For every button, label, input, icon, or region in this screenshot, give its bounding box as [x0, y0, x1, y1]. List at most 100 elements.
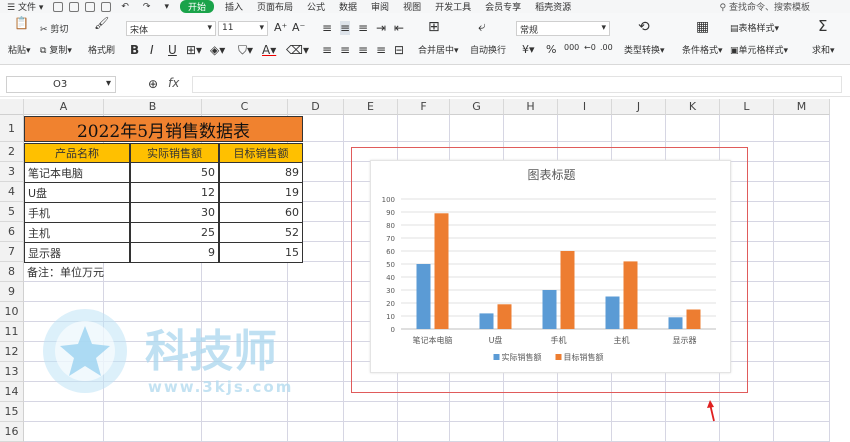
- grid-cell[interactable]: [774, 322, 830, 342]
- table-cell-name[interactable]: 手机: [24, 202, 130, 223]
- currency-icon[interactable]: ¥▾: [522, 43, 535, 56]
- wrap-icon[interactable]: ⤶: [478, 19, 486, 35]
- menu-file[interactable]: ☰ 文件 ▾: [0, 0, 50, 13]
- table-cell-name[interactable]: 显示器: [24, 242, 130, 263]
- row-header-16[interactable]: 16: [0, 422, 24, 442]
- chart[interactable]: 图表标题 0 10 20 30 40 50 60 70 80 90 100 笔记本电脑 U盘 手机 主机 显示器…: [370, 160, 731, 373]
- redo-icon[interactable]: ↷: [136, 2, 158, 12]
- column-header-J[interactable]: J: [612, 99, 666, 115]
- font-color-icon[interactable]: A▾: [262, 43, 276, 57]
- format-painter-button[interactable]: 格式刷: [88, 43, 115, 56]
- decrease-font-icon[interactable]: A⁻: [292, 21, 305, 34]
- table-header-cell[interactable]: 目标销售额: [219, 143, 303, 163]
- grid-cell[interactable]: [612, 422, 666, 442]
- column-header-C[interactable]: C: [202, 99, 288, 115]
- increase-decimal-icon[interactable]: ←0: [584, 43, 596, 52]
- italic-icon[interactable]: I: [150, 43, 154, 57]
- grid-cell[interactable]: [344, 422, 398, 442]
- tab-review[interactable]: 审阅: [364, 0, 396, 13]
- name-box[interactable]: O3 ▾: [6, 76, 116, 93]
- tab-resources[interactable]: 稻壳资源: [528, 0, 578, 13]
- grid-cell[interactable]: [24, 282, 104, 302]
- align-center-icon[interactable]: ≡: [340, 43, 350, 57]
- grid-cell[interactable]: [612, 115, 666, 142]
- paste-icon[interactable]: 📋: [14, 17, 29, 30]
- percent-icon[interactable]: %: [546, 43, 556, 56]
- print-icon[interactable]: [85, 1, 96, 12]
- grid-cell[interactable]: [666, 115, 720, 142]
- grid-cell[interactable]: [104, 422, 202, 442]
- align-middle-icon[interactable]: ≡: [340, 21, 351, 35]
- table-cell-actual[interactable]: 50: [130, 162, 219, 183]
- grid-cell[interactable]: [774, 302, 830, 322]
- grid-cell[interactable]: [398, 402, 450, 422]
- row-header-15[interactable]: 15: [0, 402, 24, 422]
- table-cell-target[interactable]: 89: [219, 162, 303, 183]
- grid-cell[interactable]: [450, 422, 504, 442]
- tab-page-layout[interactable]: 页面布局: [250, 0, 300, 13]
- grid-cell[interactable]: [344, 402, 398, 422]
- border-icon[interactable]: ⊞▾: [186, 43, 202, 57]
- grid-cell[interactable]: [558, 402, 612, 422]
- grid-cell[interactable]: [288, 282, 344, 302]
- align-left-icon[interactable]: ≡: [322, 43, 332, 57]
- grid-cell[interactable]: [720, 402, 774, 422]
- increase-font-icon[interactable]: A⁺: [274, 21, 287, 34]
- number-format-select[interactable]: 常规 ▾: [516, 21, 610, 36]
- row-header-11[interactable]: 11: [0, 322, 24, 342]
- row-header-7[interactable]: 7: [0, 242, 24, 262]
- select-all-corner[interactable]: [0, 99, 24, 115]
- column-header-A[interactable]: A: [24, 99, 104, 115]
- grid-cell[interactable]: [504, 402, 558, 422]
- grid-cell[interactable]: [504, 422, 558, 442]
- grid-cell[interactable]: [774, 282, 830, 302]
- export-icon[interactable]: [69, 1, 80, 12]
- tab-data[interactable]: 数据: [332, 0, 364, 13]
- grid-cell[interactable]: [504, 115, 558, 142]
- grid-cell[interactable]: [774, 142, 830, 162]
- format-painter-icon[interactable]: 🖌: [94, 17, 109, 30]
- table-cell-target[interactable]: 52: [219, 222, 303, 243]
- table-header-cell[interactable]: 实际销售额: [130, 143, 219, 163]
- bold-icon[interactable]: B: [130, 43, 139, 57]
- table-cell-name[interactable]: 主机: [24, 222, 130, 243]
- command-search[interactable]: ⚲ 查找命令、搜索模板: [720, 0, 850, 13]
- column-header-K[interactable]: K: [666, 99, 720, 115]
- grid-cell[interactable]: [202, 422, 288, 442]
- row-header-10[interactable]: 10: [0, 302, 24, 322]
- table-cell-actual[interactable]: 25: [130, 222, 219, 243]
- column-header-D[interactable]: D: [288, 99, 344, 115]
- grid-cell[interactable]: [288, 262, 344, 282]
- type-convert-button[interactable]: 类型转换▾: [624, 43, 665, 56]
- column-header-G[interactable]: G: [450, 99, 504, 115]
- table-style-button[interactable]: ▤表格样式▾: [730, 21, 779, 34]
- note-cell[interactable]: 备注：单位万元: [24, 262, 224, 282]
- align-bottom-icon[interactable]: ≡: [358, 21, 368, 35]
- grid-cell[interactable]: [774, 422, 830, 442]
- column-header-H[interactable]: H: [504, 99, 558, 115]
- row-header-3[interactable]: 3: [0, 162, 24, 182]
- thousands-icon[interactable]: 000: [564, 43, 579, 52]
- grid-cell[interactable]: [774, 115, 830, 142]
- fx-icon[interactable]: fx: [168, 76, 179, 90]
- customize-icon[interactable]: ▾: [157, 2, 176, 12]
- grid-cell[interactable]: [344, 115, 398, 142]
- row-header-8[interactable]: 8: [0, 262, 24, 282]
- align-right-icon[interactable]: ≡: [358, 43, 368, 57]
- grid-cell[interactable]: [774, 342, 830, 362]
- grid-cell[interactable]: [398, 422, 450, 442]
- grid-cell[interactable]: [450, 115, 504, 142]
- row-header-6[interactable]: 6: [0, 222, 24, 242]
- tab-formula[interactable]: 公式: [300, 0, 332, 13]
- outdent-icon[interactable]: ⇤: [394, 21, 404, 35]
- conditional-format-button[interactable]: 条件格式▾: [682, 43, 723, 56]
- column-header-B[interactable]: B: [104, 99, 202, 115]
- decrease-decimal-icon[interactable]: .00: [600, 43, 613, 52]
- grid-cell[interactable]: [774, 202, 830, 222]
- fill-bucket-icon[interactable]: ⛉▾: [238, 43, 253, 58]
- tab-view[interactable]: 视图: [396, 0, 428, 13]
- grid-cell[interactable]: [774, 402, 830, 422]
- grid-cell[interactable]: [774, 362, 830, 382]
- formula-input[interactable]: [192, 76, 842, 93]
- fill-color-icon[interactable]: ◈▾: [210, 43, 225, 57]
